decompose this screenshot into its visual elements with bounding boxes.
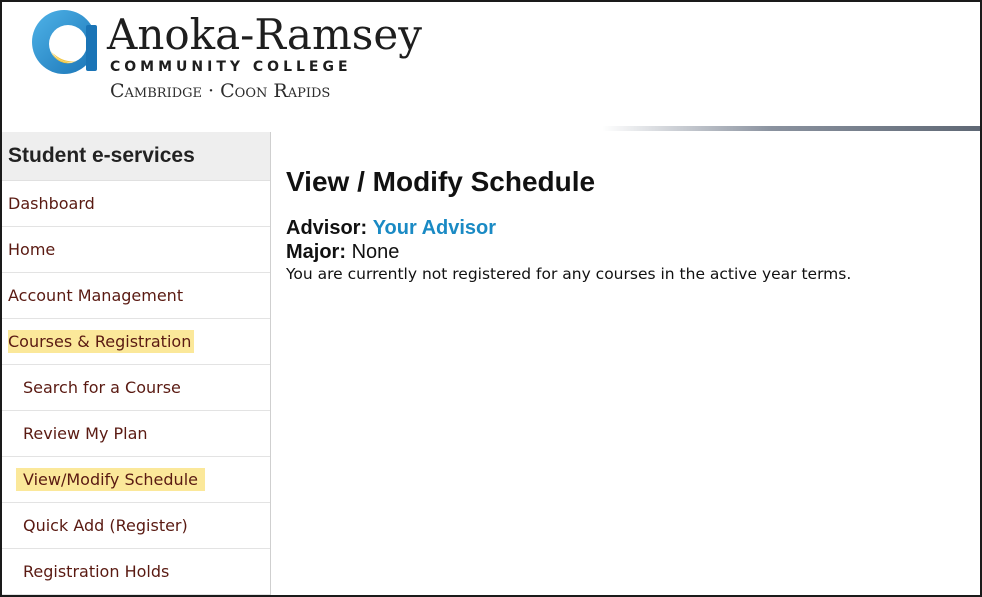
sidebar-item-label: Search for a Course — [23, 378, 181, 397]
advisor-link[interactable]: Your Advisor — [373, 217, 496, 239]
sidebar-item-label: Courses & Registration — [8, 330, 195, 353]
major-value: None — [351, 241, 400, 263]
advisor-label: Advisor: — [286, 217, 368, 239]
major-row: Major: None — [286, 240, 976, 264]
sidebar: Student e-services Dashboard Home Accoun… — [2, 132, 271, 595]
sidebar-item-quick-add[interactable]: Quick Add (Register) — [2, 503, 270, 549]
sidebar-item-label: Review My Plan — [23, 424, 148, 443]
site-header: Anoka-Ramsey COMMUNITY COLLEGE Cambridge… — [2, 2, 980, 132]
sidebar-item-label: View/Modify Schedule — [16, 468, 205, 491]
advisor-row: Advisor: Your Advisor — [286, 216, 976, 240]
sidebar-item-search-course[interactable]: Search for a Course — [2, 365, 270, 411]
sidebar-item-dashboard[interactable]: Dashboard — [2, 181, 270, 227]
browser-frame: Anoka-Ramsey COMMUNITY COLLEGE Cambridge… — [0, 0, 982, 597]
sidebar-item-label: Dashboard — [8, 194, 95, 213]
sidebar-title: Student e-services — [2, 132, 270, 181]
college-name: Anoka-Ramsey — [107, 10, 422, 59]
sidebar-item-review-plan[interactable]: Review My Plan — [2, 411, 270, 457]
sidebar-item-label: Quick Add (Register) — [23, 516, 188, 535]
sidebar-item-account-management[interactable]: Account Management — [2, 273, 270, 319]
sidebar-item-courses-registration[interactable]: Courses & Registration — [2, 319, 270, 365]
college-campuses: Cambridge · Coon Rapids — [110, 80, 331, 102]
sidebar-item-view-modify-schedule[interactable]: View/Modify Schedule — [2, 457, 270, 503]
header-divider — [602, 126, 980, 131]
page-title: View / Modify Schedule — [286, 166, 596, 197]
sidebar-item-label: Registration Holds — [23, 562, 170, 581]
sidebar-item-label: Account Management — [8, 286, 184, 305]
sidebar-item-registration-holds[interactable]: Registration Holds — [2, 549, 270, 595]
registration-notice: You are currently not registered for any… — [286, 265, 852, 283]
college-logo-text[interactable]: Anoka-Ramsey COMMUNITY COLLEGE Cambridge… — [107, 12, 422, 106]
sidebar-item-label: Home — [8, 240, 56, 259]
major-label: Major: — [286, 241, 346, 263]
sidebar-item-home[interactable]: Home — [2, 227, 270, 273]
main-content: View / Modify Schedule Advisor: Your Adv… — [286, 162, 976, 284]
college-subtitle: COMMUNITY COLLEGE — [110, 59, 352, 75]
stylized-a-sun-icon[interactable] — [31, 7, 101, 77]
